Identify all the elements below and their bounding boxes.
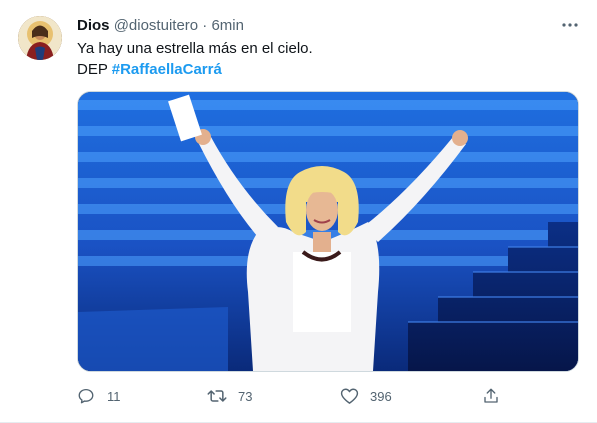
tweet-text-prefix: DEP	[77, 61, 112, 78]
tweet-header: Dios @diostuitero · 6min	[77, 16, 577, 36]
tweet-text: Ya hay una estrella más en el cielo. DEP…	[77, 38, 577, 80]
avatar-image	[18, 16, 62, 60]
like-count: 396	[370, 388, 392, 404]
more-icon	[562, 23, 578, 27]
photo-image	[78, 92, 578, 371]
tweet-timestamp[interactable]: 6min	[211, 17, 244, 34]
like-button[interactable]: 396	[338, 383, 392, 409]
share-icon	[480, 385, 502, 407]
reply-button[interactable]: 11	[75, 383, 121, 409]
tweet-actions: 11 73 396	[70, 383, 507, 409]
reply-count: 11	[107, 388, 121, 404]
retweet-count: 73	[238, 388, 253, 404]
tweet[interactable]: Dios @diostuitero · 6min Ya hay una estr…	[0, 0, 597, 423]
tweet-media-photo[interactable]	[77, 91, 579, 372]
heart-icon	[338, 385, 360, 407]
avatar[interactable]	[18, 16, 62, 60]
share-button[interactable]	[480, 383, 502, 409]
tweet-text-line-2: DEP #RaffaellaCarrá	[77, 59, 577, 80]
separator-dot: ·	[202, 17, 208, 34]
reply-icon	[75, 385, 97, 407]
retweet-icon	[206, 385, 228, 407]
retweet-button[interactable]: 73	[206, 383, 252, 409]
author-handle[interactable]: @diostuitero	[114, 17, 198, 34]
author-name[interactable]: Dios	[77, 17, 110, 34]
more-options-button[interactable]	[561, 15, 579, 35]
hashtag-link[interactable]: #RaffaellaCarrá	[112, 61, 222, 78]
tweet-text-line-1: Ya hay una estrella más en el cielo.	[77, 40, 313, 57]
